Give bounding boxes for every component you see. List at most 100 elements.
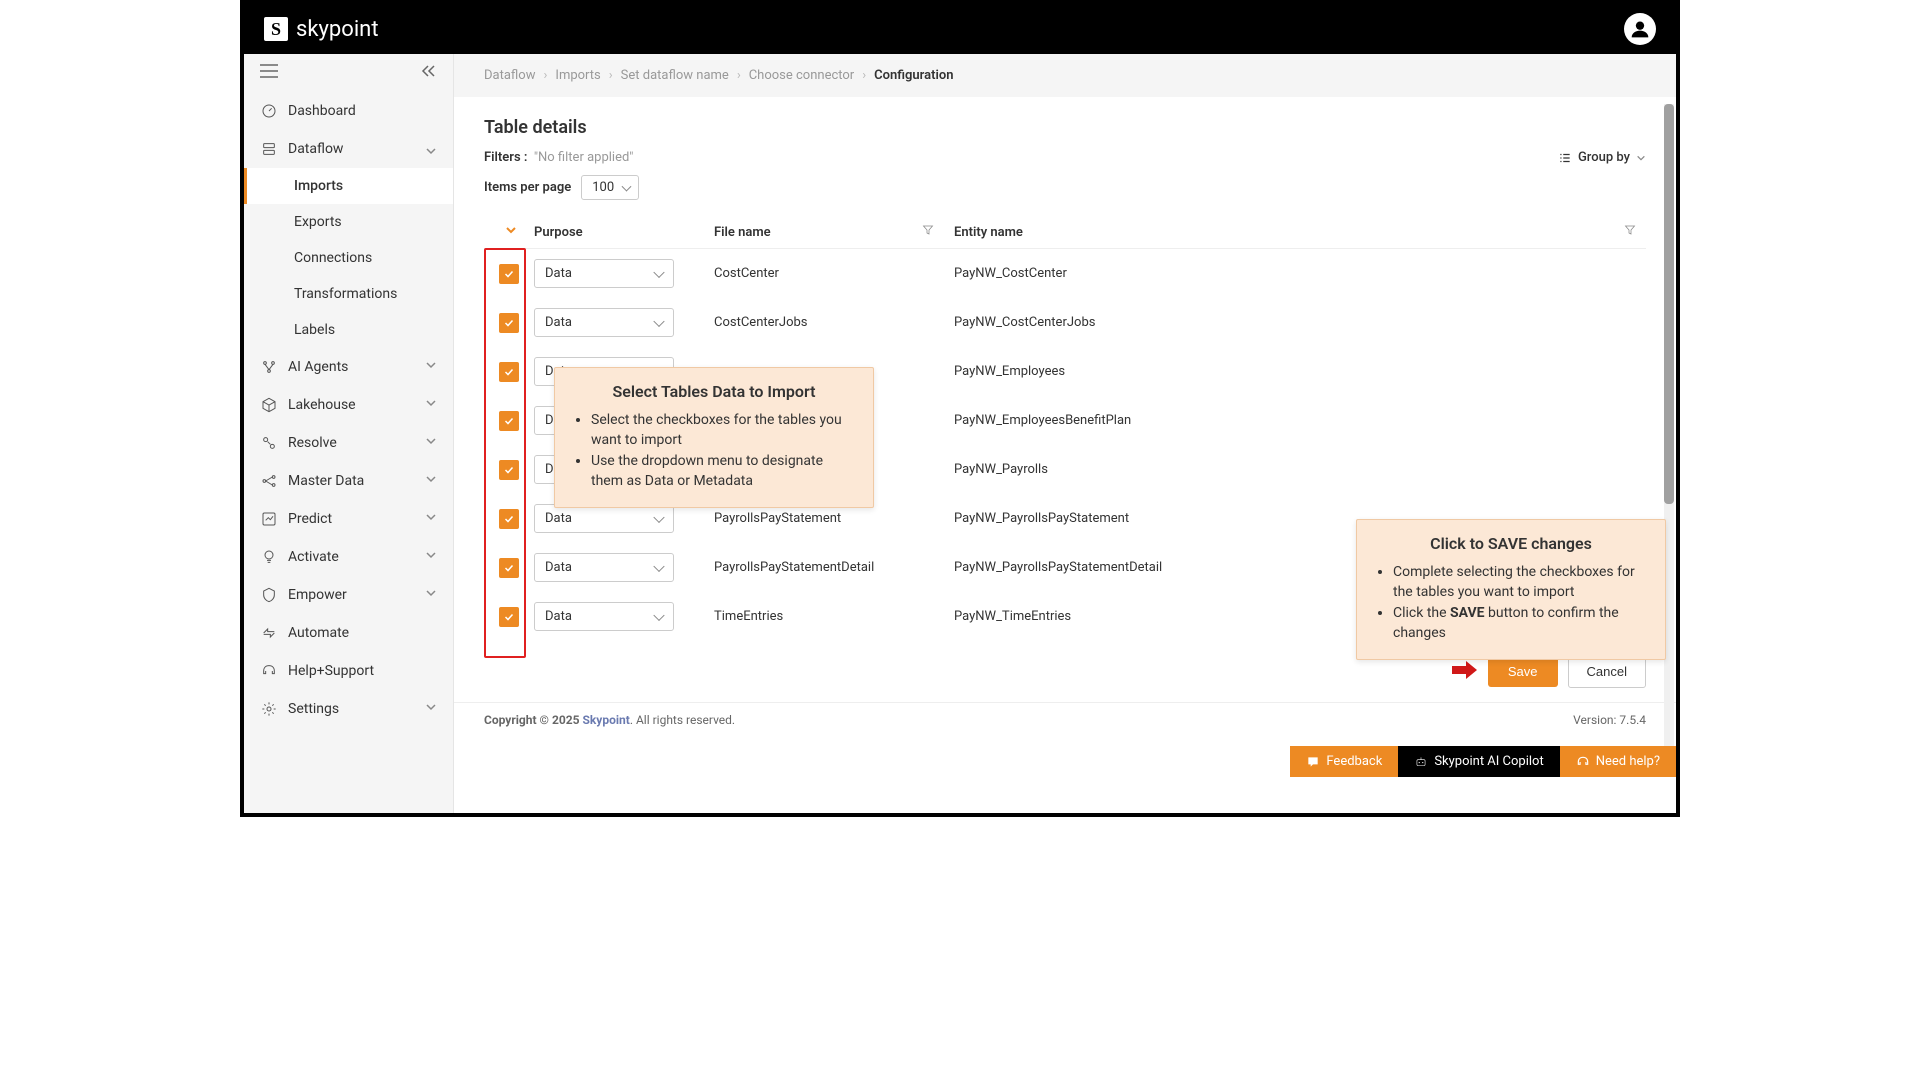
sidebar: Dashboard Dataflow Imports Exports Conne… xyxy=(244,54,454,813)
row-checkbox[interactable] xyxy=(499,460,519,480)
chevron-down-icon xyxy=(425,435,437,451)
copilot-label: Skypoint AI Copilot xyxy=(1434,754,1543,769)
sidebar-item-help[interactable]: Help+Support xyxy=(244,652,453,690)
chat-icon xyxy=(1306,755,1320,769)
file-name-cell: PayrollsPayStatementDetail xyxy=(714,560,954,575)
table-row: Data CostCenterJobs PayNW_CostCenterJobs xyxy=(484,298,1646,347)
footer-version: Version: 7.5.4 xyxy=(1573,713,1646,727)
topbar: S skypoint xyxy=(244,4,1676,54)
purpose-select[interactable]: Data xyxy=(534,308,674,337)
row-checkbox[interactable] xyxy=(499,313,519,333)
group-by-label: Group by xyxy=(1578,150,1630,165)
crumb[interactable]: Dataflow xyxy=(484,68,536,83)
group-by-button[interactable]: Group by xyxy=(1558,150,1646,165)
copilot-button[interactable]: Skypoint AI Copilot xyxy=(1398,746,1559,777)
callout-title: Select Tables Data to Import xyxy=(573,382,855,401)
sidebar-sub-imports[interactable]: Imports xyxy=(244,168,453,204)
col-header-entity[interactable]: Entity name xyxy=(954,225,1023,240)
sidebar-item-automate[interactable]: Automate xyxy=(244,614,453,652)
items-per-page-label: Items per page xyxy=(484,180,571,195)
collapse-sidebar-icon[interactable] xyxy=(421,64,437,82)
callout-bullet: Select the checkboxes for the tables you… xyxy=(591,411,855,450)
table-row: Data CostCenter PayNW_CostCenter xyxy=(484,249,1646,298)
main-content: Dataflow› Imports› Set dataflow name› Ch… xyxy=(454,54,1676,813)
filters-value: "No filter applied" xyxy=(534,150,634,165)
agents-icon xyxy=(260,358,278,376)
sidebar-item-master-data[interactable]: Master Data xyxy=(244,462,453,500)
callout-bullet: Click the SAVE button to confirm the cha… xyxy=(1393,604,1647,643)
sidebar-item-dataflow[interactable]: Dataflow xyxy=(244,130,453,168)
automate-icon xyxy=(260,624,278,642)
sidebar-label: Automate xyxy=(288,625,437,641)
sidebar-item-settings[interactable]: Settings xyxy=(244,690,453,728)
list-icon xyxy=(1558,151,1572,165)
filter-icon[interactable] xyxy=(1624,224,1636,240)
sidebar-label: Master Data xyxy=(288,473,415,489)
purpose-select[interactable]: Data xyxy=(534,259,674,288)
gear-icon xyxy=(260,700,278,718)
save-button[interactable]: Save xyxy=(1488,656,1558,687)
page-title: Table details xyxy=(484,117,1646,138)
crumb[interactable]: Set dataflow name xyxy=(621,68,729,83)
chevron-up-icon xyxy=(425,141,437,157)
headset-icon xyxy=(1576,755,1590,769)
hamburger-icon[interactable] xyxy=(260,64,278,82)
row-checkbox[interactable] xyxy=(499,362,519,382)
sidebar-item-lakehouse[interactable]: Lakehouse xyxy=(244,386,453,424)
filters-label: Filters : xyxy=(484,150,527,165)
col-header-sort[interactable] xyxy=(484,224,534,240)
sidebar-sub-transformations[interactable]: Transformations xyxy=(294,276,453,312)
sidebar-sub-exports[interactable]: Exports xyxy=(294,204,453,240)
brand[interactable]: S skypoint xyxy=(264,17,379,42)
brand-logo-icon: S xyxy=(264,17,288,41)
file-name-cell: TimeEntries xyxy=(714,609,954,624)
sidebar-item-empower[interactable]: Empower xyxy=(244,576,453,614)
row-checkbox[interactable] xyxy=(499,509,519,529)
chevron-down-icon xyxy=(425,549,437,565)
shield-icon xyxy=(260,586,278,604)
footer-brand-link[interactable]: Skypoint xyxy=(582,713,629,727)
scrollbar-thumb[interactable] xyxy=(1664,104,1674,504)
callout-bullet: Use the dropdown menu to designate them … xyxy=(591,452,855,491)
row-checkbox[interactable] xyxy=(499,264,519,284)
col-header-filename[interactable]: File name xyxy=(714,225,771,240)
purpose-select[interactable]: Data xyxy=(534,504,674,533)
sidebar-item-activate[interactable]: Activate xyxy=(244,538,453,576)
headset-icon xyxy=(260,662,278,680)
feedback-button[interactable]: Feedback xyxy=(1290,746,1398,777)
chevron-down-icon xyxy=(1636,153,1646,163)
sidebar-sub-labels[interactable]: Labels xyxy=(294,312,453,348)
chevron-down-icon xyxy=(425,359,437,375)
sidebar-label: Empower xyxy=(288,587,415,603)
sidebar-item-predict[interactable]: Predict xyxy=(244,500,453,538)
filter-icon[interactable] xyxy=(922,224,934,240)
crumb-active: Configuration xyxy=(874,68,953,83)
crumb[interactable]: Imports xyxy=(555,68,600,83)
sidebar-item-dashboard[interactable]: Dashboard xyxy=(244,92,453,130)
row-checkbox[interactable] xyxy=(499,558,519,578)
master-data-icon xyxy=(260,472,278,490)
row-checkbox[interactable] xyxy=(499,411,519,431)
brand-name: skypoint xyxy=(296,17,379,42)
breadcrumb: Dataflow› Imports› Set dataflow name› Ch… xyxy=(454,54,1676,97)
callout-save: Click to SAVE changes Complete selecting… xyxy=(1356,519,1666,660)
sidebar-label: Lakehouse xyxy=(288,397,415,413)
entity-name-cell: PayNW_Payrolls xyxy=(954,462,1646,477)
chevron-down-icon xyxy=(425,511,437,527)
callout-title: Click to SAVE changes xyxy=(1375,534,1647,553)
col-header-purpose[interactable]: Purpose xyxy=(534,225,714,240)
purpose-select[interactable]: Data xyxy=(534,602,674,631)
sidebar-item-resolve[interactable]: Resolve xyxy=(244,424,453,462)
file-name-cell: CostCenterJobs xyxy=(714,315,954,330)
sidebar-sub-connections[interactable]: Connections xyxy=(294,240,453,276)
purpose-select[interactable]: Data xyxy=(534,553,674,582)
cube-icon xyxy=(260,396,278,414)
file-name-cell: PayrollsPayStatement xyxy=(714,511,954,526)
crumb[interactable]: Choose connector xyxy=(749,68,855,83)
need-help-button[interactable]: Need help? xyxy=(1560,746,1676,777)
items-per-page-select[interactable]: 100 xyxy=(581,175,639,200)
row-checkbox[interactable] xyxy=(499,607,519,627)
sidebar-label: Predict xyxy=(288,511,415,527)
sidebar-item-ai-agents[interactable]: AI Agents xyxy=(244,348,453,386)
avatar[interactable] xyxy=(1624,13,1656,45)
